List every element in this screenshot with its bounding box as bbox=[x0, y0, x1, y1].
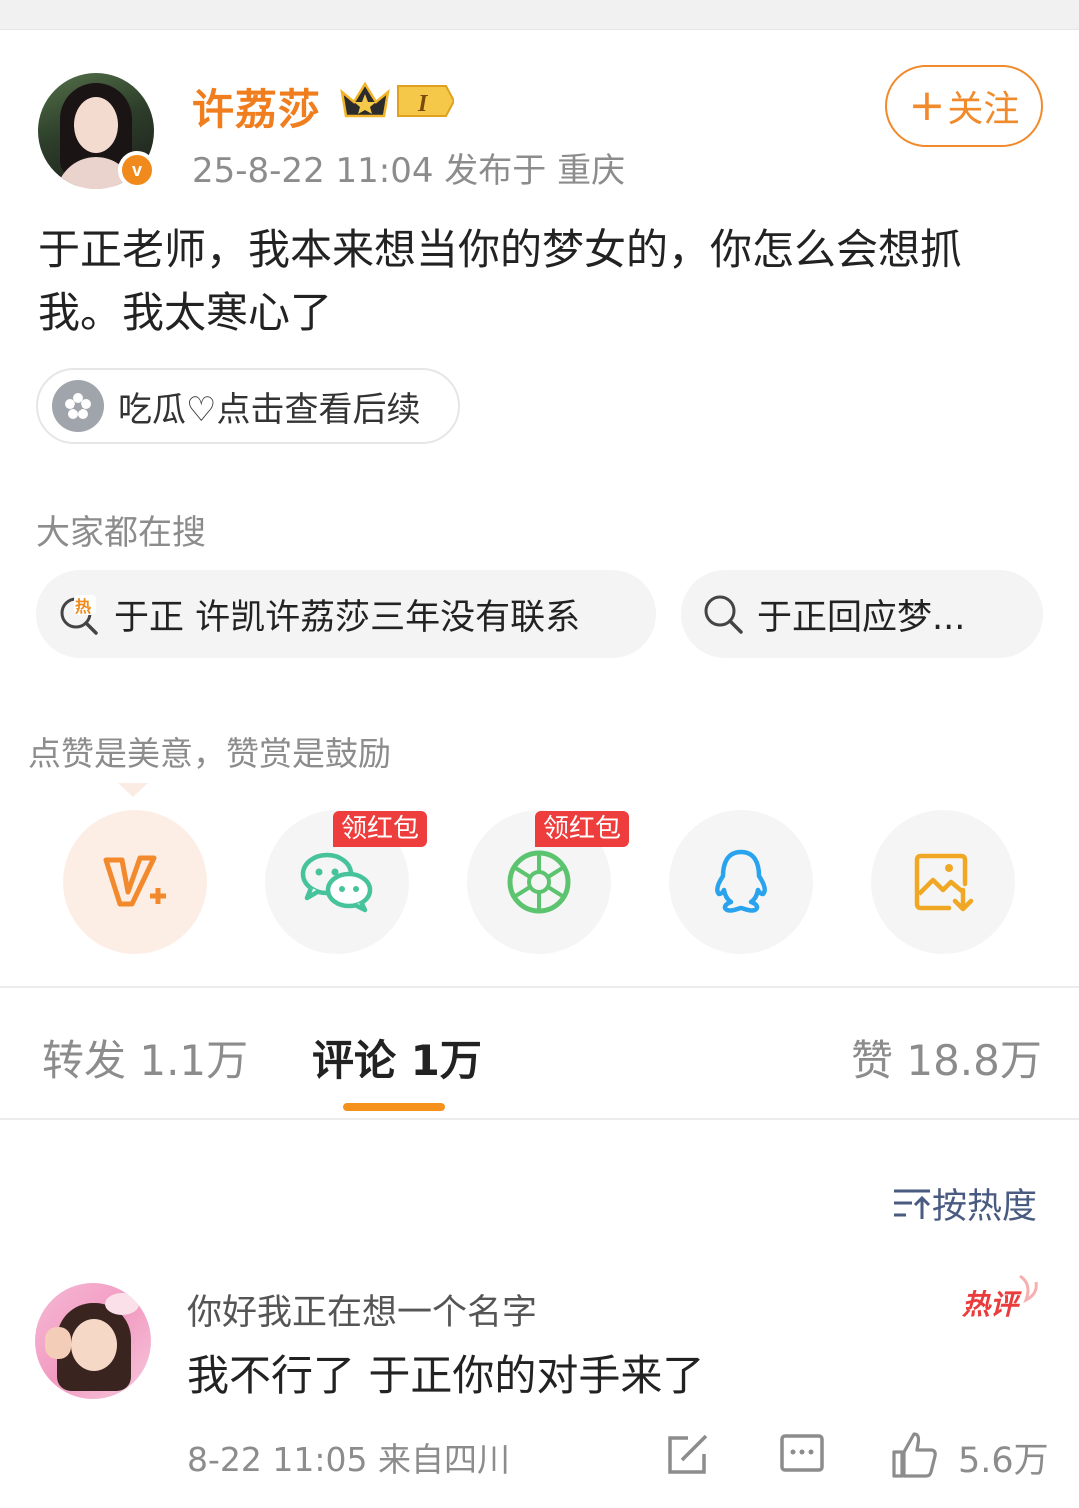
search-suggestion[interactable]: 于正回应梦... bbox=[681, 570, 1043, 658]
flower-icon bbox=[52, 380, 104, 432]
avatar-face bbox=[74, 97, 118, 153]
sort-icon bbox=[894, 1189, 931, 1219]
comment-like-count: 5.6万 bbox=[958, 1441, 1049, 1481]
sort-label: 按热度 bbox=[932, 1187, 1038, 1227]
verified-icon: v bbox=[118, 151, 156, 189]
reward-v-plus-icon bbox=[103, 855, 166, 907]
search-section-title: 大家都在搜 bbox=[36, 513, 206, 553]
hot-mark-text: 热 bbox=[75, 597, 91, 616]
author-username[interactable]: 许荔莎 bbox=[192, 76, 321, 137]
qq-icon bbox=[715, 849, 767, 913]
hot-comment-label: 热评 bbox=[961, 1288, 1022, 1321]
search-icon bbox=[704, 595, 743, 634]
tab-likes[interactable]: 赞 18.8万 bbox=[851, 1027, 1042, 1088]
top-status-strip bbox=[0, 0, 1079, 30]
tab-comments[interactable]: 评论 1万 bbox=[312, 1027, 482, 1088]
comment-meta: 8-22 11:05 来自四川 bbox=[187, 1440, 510, 1479]
save-image-button[interactable] bbox=[871, 810, 1015, 954]
search-suggestion-label: 于正 许凯许荔莎三年没有联系 bbox=[114, 597, 581, 638]
comment-text: 我不行了 于正你的对手来了 bbox=[187, 1351, 705, 1400]
comment-username[interactable]: 你好我正在想一个名字 bbox=[187, 1284, 537, 1335]
avatar-bow bbox=[105, 1293, 139, 1315]
hot-comment-badge: 热评 bbox=[961, 1274, 1038, 1321]
reward-tip: 点赞是美意，赞赏是鼓励 bbox=[28, 734, 391, 773]
active-tab-indicator bbox=[343, 1103, 445, 1111]
reward-tip-caret bbox=[118, 783, 148, 797]
vip-level-text: I bbox=[417, 91, 429, 117]
avatar-hand bbox=[45, 1327, 71, 1359]
tab-reposts[interactable]: 转发 1.1万 bbox=[42, 1027, 248, 1088]
search-suggestion[interactable]: 热 于正 许凯许荔莎三年没有联系 bbox=[36, 570, 656, 658]
search-suggestion-label: 于正回应梦... bbox=[757, 597, 966, 638]
like-icon[interactable] bbox=[890, 1430, 938, 1478]
tabs-divider bbox=[0, 1118, 1079, 1120]
section-divider bbox=[0, 986, 1079, 988]
topic-chip[interactable]: 吃瓜♡点击查看后续 bbox=[36, 368, 460, 444]
plus-icon: + bbox=[908, 80, 946, 131]
hot-search-icon: 热 bbox=[60, 595, 98, 635]
vip-crown-icon[interactable]: I bbox=[338, 80, 454, 122]
post-meta: 25-8-22 11:04 发布于 重庆 bbox=[192, 151, 626, 191]
comment-avatar[interactable] bbox=[35, 1283, 151, 1399]
red-packet-tag: 领红包 bbox=[535, 811, 630, 847]
post-text: 于正老师，我本来想当你的梦女的，你怎么会想抓我。我太寒心了 bbox=[38, 225, 963, 337]
topic-chip-label: 吃瓜♡点击查看后续 bbox=[118, 389, 421, 430]
reward-button[interactable] bbox=[63, 810, 207, 954]
avatar-face bbox=[71, 1319, 117, 1371]
follow-label: 关注 bbox=[947, 89, 1020, 130]
reply-icon[interactable] bbox=[778, 1430, 826, 1478]
sort-button[interactable]: 按热度 bbox=[892, 1178, 1037, 1229]
follow-button[interactable]: + 关注 bbox=[885, 65, 1043, 147]
moments-icon bbox=[507, 850, 571, 914]
save-image-icon bbox=[914, 853, 974, 912]
red-packet-tag: 领红包 bbox=[333, 811, 428, 847]
wechat-icon bbox=[300, 852, 373, 913]
repost-icon[interactable] bbox=[664, 1430, 712, 1478]
share-qq-button[interactable] bbox=[669, 810, 813, 954]
